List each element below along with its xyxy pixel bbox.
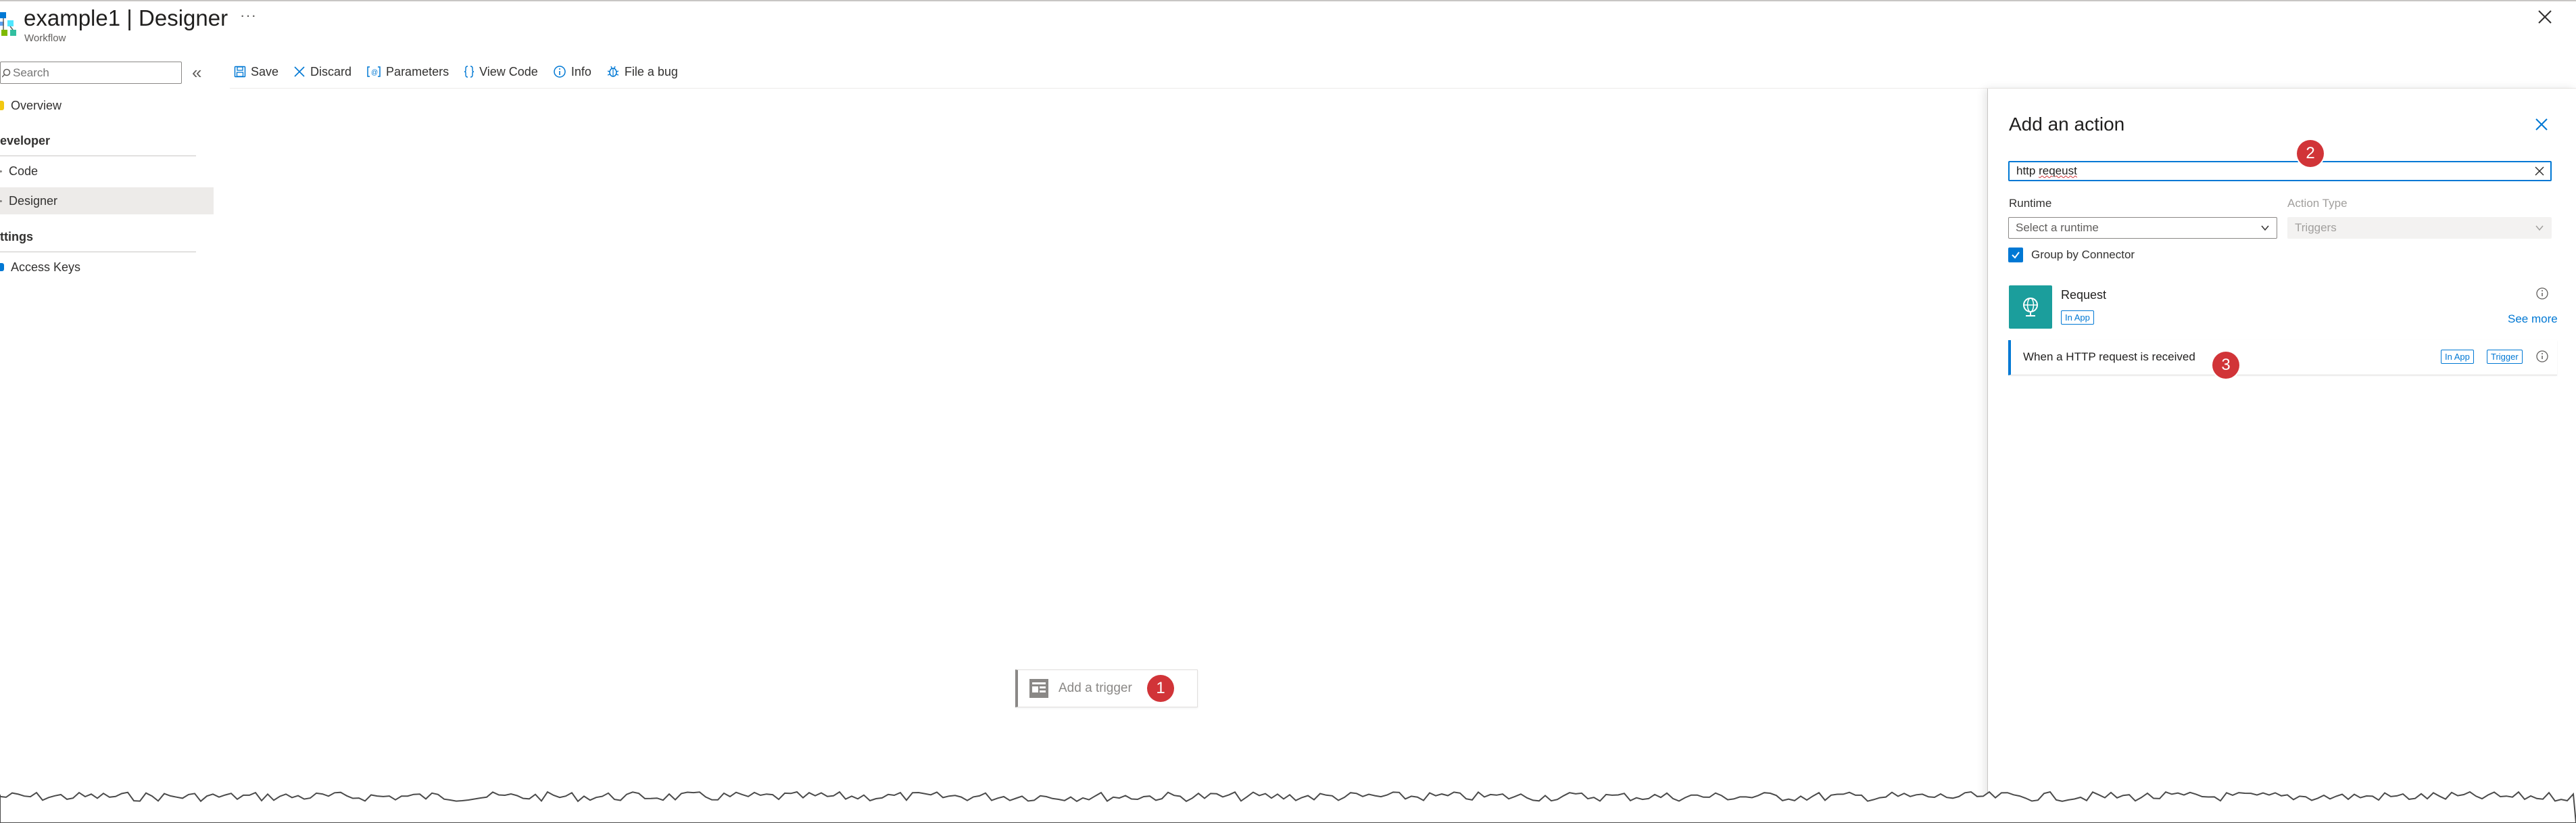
trigger-item-label: When a HTTP request is received bbox=[2023, 350, 2195, 363]
trigger-info-icon[interactable] bbox=[2535, 350, 2549, 363]
http-request-trigger-item[interactable]: When a HTTP request is received In App T… bbox=[2008, 340, 2557, 375]
info-icon bbox=[554, 66, 566, 78]
trigger-placeholder-icon bbox=[1029, 679, 1048, 698]
request-connector-tile[interactable] bbox=[2009, 285, 2052, 329]
page-name: Designer bbox=[139, 5, 228, 30]
step-badge-2: 2 bbox=[2297, 140, 2324, 167]
add-trigger-label: Add a trigger bbox=[1059, 681, 1132, 695]
clear-search-icon[interactable] bbox=[2534, 166, 2545, 177]
action-search-value: http reqeust bbox=[2016, 164, 2077, 178]
window-top-border bbox=[0, 0, 2576, 1]
bug-icon bbox=[607, 66, 619, 77]
page-subtitle: Workflow bbox=[24, 32, 66, 44]
designer-toolbar: Save Discard @ Parameters View Code Info… bbox=[234, 60, 693, 84]
sidebar-group-settings: ttings bbox=[0, 230, 33, 243]
save-button[interactable]: Save bbox=[234, 65, 278, 79]
group-by-connector-checkbox[interactable] bbox=[2008, 248, 2023, 262]
chevron-down-icon bbox=[2535, 225, 2544, 231]
title-separator: | bbox=[126, 5, 132, 30]
step-badge-1: 1 bbox=[1147, 675, 1174, 702]
workflow-logo-icon bbox=[0, 12, 16, 36]
connector-info-icon[interactable] bbox=[2535, 287, 2549, 300]
info-button[interactable]: Info bbox=[553, 65, 591, 79]
trigger-type-tag: Trigger bbox=[2487, 350, 2523, 364]
sidebar-search-input[interactable] bbox=[13, 66, 175, 80]
search-value-misspelled-word: reqeust bbox=[2039, 164, 2077, 177]
see-more-link[interactable]: See more bbox=[2508, 312, 2558, 326]
save-icon bbox=[234, 66, 246, 78]
sidebar-search[interactable] bbox=[0, 62, 182, 84]
parameters-label: Parameters bbox=[386, 64, 449, 78]
search-icon bbox=[2, 68, 11, 78]
screen: example1 | Designer Workflow ··· « Overv… bbox=[0, 0, 2576, 823]
request-globe-icon bbox=[2023, 298, 2038, 316]
step-badge-3: 3 bbox=[2212, 352, 2239, 379]
parameters-icon: @ bbox=[367, 66, 381, 77]
save-label: Save bbox=[251, 64, 279, 78]
runtime-dropdown-value: Select a runtime bbox=[2016, 221, 2099, 234]
code-braces-icon bbox=[464, 66, 475, 78]
action-search-input[interactable]: http reqeust bbox=[2008, 161, 2552, 181]
add-action-panel: Add an action http reqeust Runtime Actio… bbox=[1987, 89, 2576, 823]
sidebar-item-access-keys[interactable]: Access Keys bbox=[0, 254, 214, 281]
action-type-dropdown[interactable]: Triggers bbox=[2287, 217, 2552, 239]
info-label: Info bbox=[570, 64, 591, 78]
sidebar-item-designer[interactable]: Designer bbox=[0, 187, 214, 214]
more-options-icon[interactable]: ··· bbox=[240, 7, 257, 24]
torn-edge-decoration bbox=[0, 791, 2576, 823]
connector-name: Request bbox=[2061, 288, 2107, 302]
action-type-dropdown-value: Triggers bbox=[2295, 221, 2337, 234]
parameters-button[interactable]: @ Parameters bbox=[366, 65, 449, 79]
view-code-button[interactable]: View Code bbox=[464, 65, 538, 79]
designer-icon bbox=[0, 199, 2, 202]
panel-close-icon[interactable] bbox=[2534, 117, 2549, 132]
panel-title: Add an action bbox=[2009, 114, 2125, 135]
sidebar-item-label: Access Keys bbox=[11, 260, 81, 274]
sidebar-item-label: Designer bbox=[9, 193, 58, 208]
file-bug-button[interactable]: File a bug bbox=[606, 65, 678, 79]
sidebar-group-developer: eveloper bbox=[0, 134, 51, 147]
sidebar-item-overview[interactable]: Overview bbox=[0, 92, 214, 119]
discard-button[interactable]: Discard bbox=[293, 65, 351, 79]
svg-text:@: @ bbox=[371, 69, 378, 76]
checkmark-icon bbox=[2012, 252, 2020, 259]
key-icon bbox=[0, 263, 4, 271]
chevron-down-icon bbox=[2261, 225, 2269, 231]
close-icon[interactable] bbox=[2535, 7, 2555, 27]
group-by-connector-toggle[interactable]: Group by Connector bbox=[2008, 248, 2135, 262]
discard-label: Discard bbox=[310, 64, 352, 78]
view-code-label: View Code bbox=[479, 64, 538, 78]
trigger-in-app-tag: In App bbox=[2441, 350, 2474, 364]
file-bug-label: File a bug bbox=[624, 64, 678, 78]
code-icon bbox=[0, 170, 2, 172]
sidebar-item-label: Code bbox=[9, 164, 39, 178]
runtime-dropdown[interactable]: Select a runtime bbox=[2008, 217, 2277, 239]
connector-in-app-tag: In App bbox=[2061, 310, 2094, 325]
sidebar-item-code[interactable]: Code bbox=[0, 158, 214, 185]
runtime-label: Runtime bbox=[2009, 197, 2052, 210]
page-title: example1 | Designer bbox=[24, 5, 228, 31]
collapse-sidebar-icon[interactable]: « bbox=[192, 62, 201, 83]
discard-icon bbox=[294, 66, 305, 77]
workflow-name: example1 bbox=[24, 5, 121, 30]
group-by-connector-label: Group by Connector bbox=[2031, 248, 2135, 261]
action-type-label: Action Type bbox=[2287, 197, 2348, 210]
overview-icon bbox=[0, 101, 4, 110]
sidebar-item-label: Overview bbox=[11, 98, 62, 112]
search-value-prefix: http bbox=[2016, 164, 2039, 177]
